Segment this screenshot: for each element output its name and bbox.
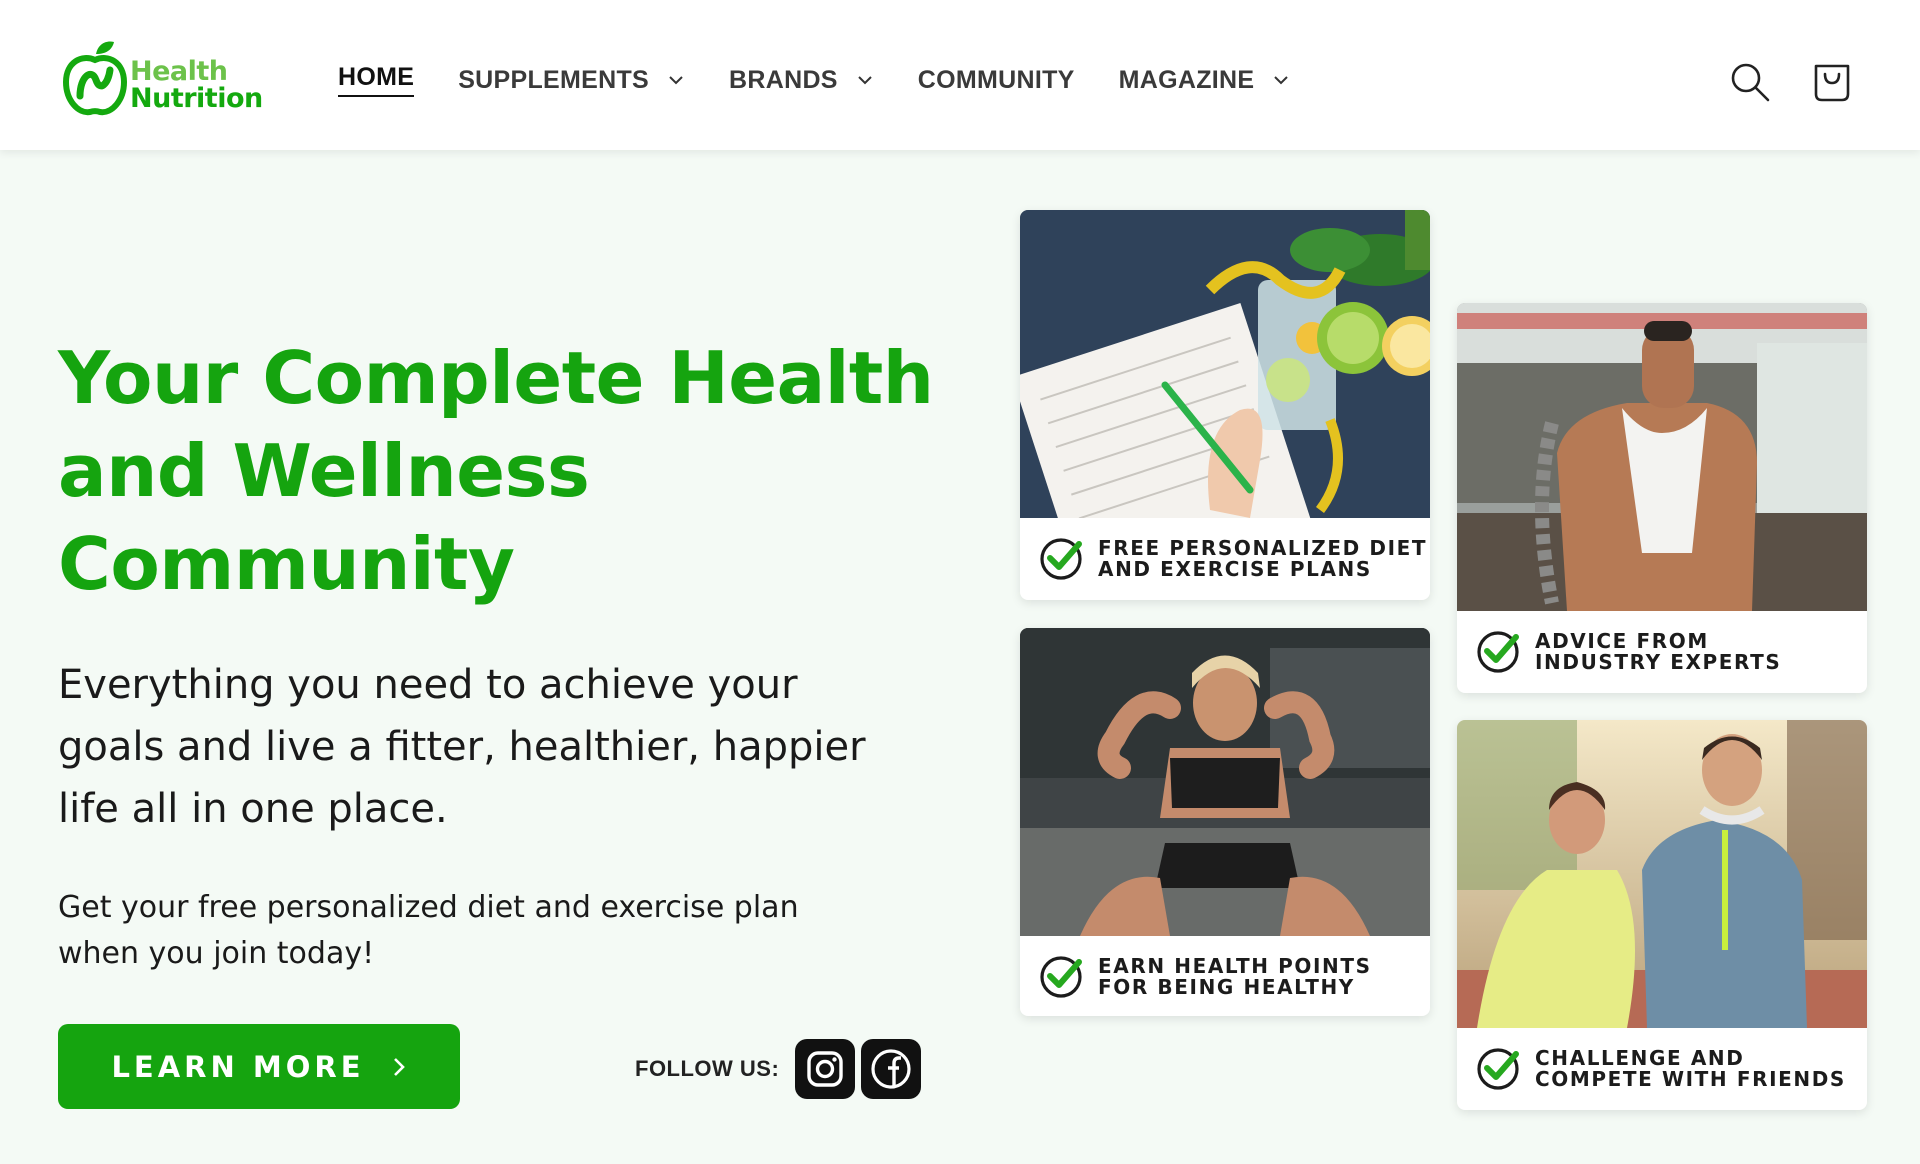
card-caption-line: INDUSTRY EXPERTS — [1535, 650, 1782, 674]
nav-community[interactable]: COMMUNITY — [918, 66, 1075, 95]
nav-home-label: HOME — [338, 63, 415, 97]
learn-more-button[interactable]: LEARN MORE — [58, 1024, 460, 1109]
hero-subtitle-line: Everything you need to achieve your — [58, 662, 798, 708]
brand-name-line2: Nutrition — [130, 83, 263, 114]
diet-journal-photo — [1020, 210, 1430, 518]
follow-us-label: FOLLOW US: — [635, 1056, 780, 1081]
hero-title-line: and Wellness — [58, 429, 590, 513]
card-caption-line: FOR BEING HEALTHY — [1098, 975, 1355, 999]
brand-logo[interactable]: Health Nutrition — [62, 40, 272, 116]
chevron-down-icon — [669, 76, 683, 85]
hero-note: Get your free personalized diet and exer… — [58, 885, 918, 977]
nav-brands-label: BRANDS — [729, 65, 838, 94]
nav-supplements[interactable]: SUPPLEMENTS — [458, 66, 685, 95]
nav-magazine-label: MAGAZINE — [1118, 65, 1255, 94]
feature-card-challenge[interactable]: CHALLENGE AND COMPETE WITH FRIENDS — [1457, 720, 1867, 1110]
nav-home[interactable]: HOME — [338, 63, 415, 97]
chevron-down-icon — [1274, 76, 1289, 85]
hero-subtitle: Everything you need to achieve your goal… — [58, 654, 938, 840]
hero-title-line: Your Complete Health — [58, 336, 934, 420]
running-couple-photo — [1457, 720, 1867, 1028]
facebook-icon[interactable] — [861, 1039, 922, 1099]
hero-note-line: Get your free personalized diet and exer… — [58, 890, 799, 925]
feature-card-points[interactable]: EARN HEALTH POINTS FOR BEING HEALTHY — [1020, 628, 1430, 1016]
feature-card-advice[interactable]: ADVICE FROM INDUSTRY EXPERTS — [1457, 303, 1867, 693]
card-caption-line: AND EXERCISE PLANS — [1098, 557, 1372, 581]
chevron-down-icon — [858, 76, 872, 85]
check-icon — [1040, 956, 1082, 998]
hero-title: Your Complete Health and Wellness Commun… — [58, 332, 938, 611]
situps-workout-photo — [1020, 628, 1430, 936]
hero-subtitle-line: goals and live a fitter, healthier, happ… — [58, 724, 866, 770]
check-icon — [1040, 538, 1082, 580]
brand-name-line1: Health — [130, 56, 228, 87]
nav-community-label: COMMUNITY — [917, 65, 1075, 94]
apple-logo-icon — [62, 41, 128, 116]
main-nav: HOME SUPPLEMENTS BRANDS COMMUNITY MAGAZI… — [338, 62, 1334, 98]
feature-card-diet[interactable]: FREE PERSONALIZED DIET AND EXERCISE PLAN… — [1020, 210, 1430, 600]
nav-brands[interactable]: BRANDS — [729, 66, 874, 95]
check-icon — [1477, 631, 1519, 673]
card-caption-line: COMPETE WITH FRIENDS — [1535, 1067, 1846, 1091]
nav-supplements-label: SUPPLEMENTS — [458, 65, 650, 94]
gym-trainer-photo — [1457, 303, 1867, 611]
cart-icon[interactable] — [1810, 60, 1854, 104]
nav-magazine[interactable]: MAGAZINE — [1119, 66, 1291, 95]
hero-note-line: when you join today! — [58, 936, 375, 971]
hero-subtitle-line: life all in one place. — [58, 786, 448, 832]
site-header: Health Nutrition HOME SUPPLEMENTS BRANDS… — [0, 0, 1920, 150]
learn-more-label: LEARN MORE — [111, 1049, 365, 1084]
follow-us: FOLLOW US: — [635, 1038, 922, 1100]
search-icon[interactable] — [1728, 60, 1772, 104]
hero-title-line: Community — [58, 522, 515, 606]
chevron-right-icon — [393, 1057, 405, 1076]
check-icon — [1477, 1048, 1519, 1090]
instagram-icon[interactable] — [795, 1039, 856, 1099]
